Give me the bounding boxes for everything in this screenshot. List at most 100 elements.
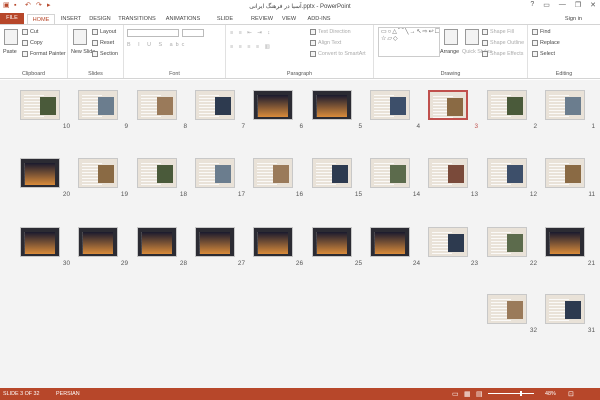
slide-thumbnail[interactable] [312, 158, 352, 188]
slide-thumbnail[interactable] [370, 90, 410, 120]
slide-thumbnail[interactable] [137, 90, 177, 120]
tab-animations[interactable]: ANIMATIONS [164, 14, 202, 24]
list-buttons[interactable]: ≡ ≡ ⇤ ⇥ ↕ [230, 30, 272, 36]
shape-effects-button[interactable]: Shape Effects [482, 51, 523, 57]
slide-thumbnail[interactable] [545, 90, 585, 120]
tab-add-ins[interactable]: ADD-INS [304, 14, 334, 24]
find-button[interactable]: Find [532, 29, 551, 35]
slide-thumbnail[interactable] [20, 227, 60, 257]
arrange-icon[interactable] [444, 29, 458, 45]
slide-thumbnail[interactable] [545, 294, 585, 324]
reset-button[interactable]: Reset [92, 40, 114, 46]
normal-view-icon[interactable]: ▭ [452, 390, 459, 398]
slide-number: 4 [416, 123, 420, 130]
new-slide-icon[interactable] [73, 29, 87, 45]
slide-thumbnail[interactable] [78, 158, 118, 188]
slide-number: 3 [474, 123, 478, 130]
slide-number: 25 [354, 260, 362, 267]
slide-thumbnail[interactable] [253, 227, 293, 257]
slide-thumbnail[interactable] [487, 294, 527, 324]
select-button[interactable]: Select [532, 51, 555, 57]
slide-thumbnail[interactable] [78, 227, 118, 257]
layout-button[interactable]: Layout [92, 29, 116, 35]
slide-number: 12 [529, 191, 537, 198]
slides-label: Slides [88, 71, 103, 77]
convert-smartart-button[interactable]: Convert to SmartArt [310, 51, 366, 57]
sign-in-link[interactable]: Sign in [565, 14, 582, 24]
slide-thumbnail[interactable] [195, 158, 235, 188]
slide-thumbnail[interactable] [253, 158, 293, 188]
copy-icon [22, 40, 28, 46]
slide-thumbnail[interactable] [428, 158, 468, 188]
tab-home[interactable]: HOME [27, 14, 55, 24]
paste-icon[interactable] [4, 29, 18, 45]
tab-review[interactable]: REVIEW [250, 14, 274, 24]
slide-thumbnail[interactable] [195, 227, 235, 257]
slide-thumbnail[interactable] [428, 90, 468, 120]
window-controls: ? ▭ — ❐ ✕ [530, 1, 596, 9]
slide-thumbnail[interactable] [487, 90, 527, 120]
slide-image [507, 301, 523, 319]
zoom-slider[interactable] [488, 393, 534, 394]
tab-transitions[interactable]: TRANSITIONS [118, 14, 156, 24]
slide-number: 8 [183, 123, 187, 130]
slide-thumbnail[interactable] [78, 90, 118, 120]
slide-thumbnail[interactable] [545, 227, 585, 257]
quick-styles-icon[interactable] [465, 29, 479, 45]
tab-file[interactable]: FILE [0, 13, 24, 24]
slide-thumbnail[interactable] [253, 90, 293, 120]
text-direction-button[interactable]: Text Direction [310, 29, 351, 35]
slide-thumbnail[interactable] [370, 227, 410, 257]
slide-thumbnail[interactable] [428, 227, 468, 257]
ribbon-display-icon[interactable]: ▭ [543, 1, 550, 9]
section-button[interactable]: Section [92, 51, 118, 57]
slide-image [565, 97, 581, 115]
restore-icon[interactable]: ❐ [575, 1, 581, 9]
slide-thumbnail[interactable] [195, 90, 235, 120]
slide-image [215, 97, 231, 115]
shapes-gallery[interactable]: ▭○△⌒╲→↖⇨↩☐⬠{}☆▱◇ [378, 27, 440, 57]
help-icon[interactable]: ? [530, 1, 534, 9]
arrange-button[interactable]: Arrange [440, 49, 459, 55]
slide-thumbnail[interactable] [487, 158, 527, 188]
align-text-button[interactable]: Align Text [310, 40, 341, 46]
fit-window-icon[interactable]: ⊡ [568, 390, 574, 398]
tab-view[interactable]: VIEW [280, 14, 298, 24]
font-size-combo[interactable] [182, 29, 204, 37]
drawing-group: ▭○△⌒╲→↖⇨↩☐⬠{}☆▱◇ Arrange Quick Styles Sh… [374, 25, 528, 78]
slide-thumbnail[interactable] [137, 158, 177, 188]
tab-design[interactable]: DESIGN [88, 14, 112, 24]
slide-thumbnail[interactable] [312, 90, 352, 120]
slide-image [258, 232, 288, 254]
slide-thumbnail[interactable] [312, 227, 352, 257]
align-text-icon [310, 40, 316, 46]
slide-image [390, 97, 406, 115]
copy-button[interactable]: Copy [22, 40, 43, 46]
slide-sorter-view-icon[interactable]: ▦ [464, 390, 471, 398]
language-indicator[interactable]: PERSIAN [56, 391, 80, 397]
slide-image [448, 234, 464, 252]
format-painter-button[interactable]: Format Painter [22, 51, 66, 57]
slide-thumbnail[interactable] [20, 158, 60, 188]
close-icon[interactable]: ✕ [590, 1, 596, 9]
zoom-level[interactable]: 48% [545, 391, 556, 397]
slide-thumbnail[interactable] [545, 158, 585, 188]
tab-slide-show[interactable]: SLIDE SHOW [208, 14, 242, 32]
slide-thumbnail[interactable] [370, 158, 410, 188]
tab-insert[interactable]: INSERT [60, 14, 82, 24]
shape-fill-button[interactable]: Shape Fill [482, 29, 514, 35]
replace-button[interactable]: Replace [532, 40, 560, 46]
slide-thumbnail[interactable] [487, 227, 527, 257]
cut-button[interactable]: Cut [22, 29, 38, 35]
slide-thumbnail[interactable] [137, 227, 177, 257]
minimize-icon[interactable]: — [559, 1, 566, 9]
slide-thumbnail[interactable] [20, 90, 60, 120]
font-format-buttons[interactable]: B I U S abc [127, 42, 187, 48]
reading-view-icon[interactable]: ▤ [476, 390, 483, 398]
paste-button[interactable]: Paste [3, 49, 17, 55]
align-buttons[interactable]: ≡ ≡ ≡ ≡ ▥ [230, 44, 272, 50]
zoom-slider-knob[interactable] [520, 391, 522, 396]
reset-label: Reset [100, 40, 115, 46]
font-name-combo[interactable] [127, 29, 179, 37]
shape-outline-button[interactable]: Shape Outline [482, 40, 524, 46]
